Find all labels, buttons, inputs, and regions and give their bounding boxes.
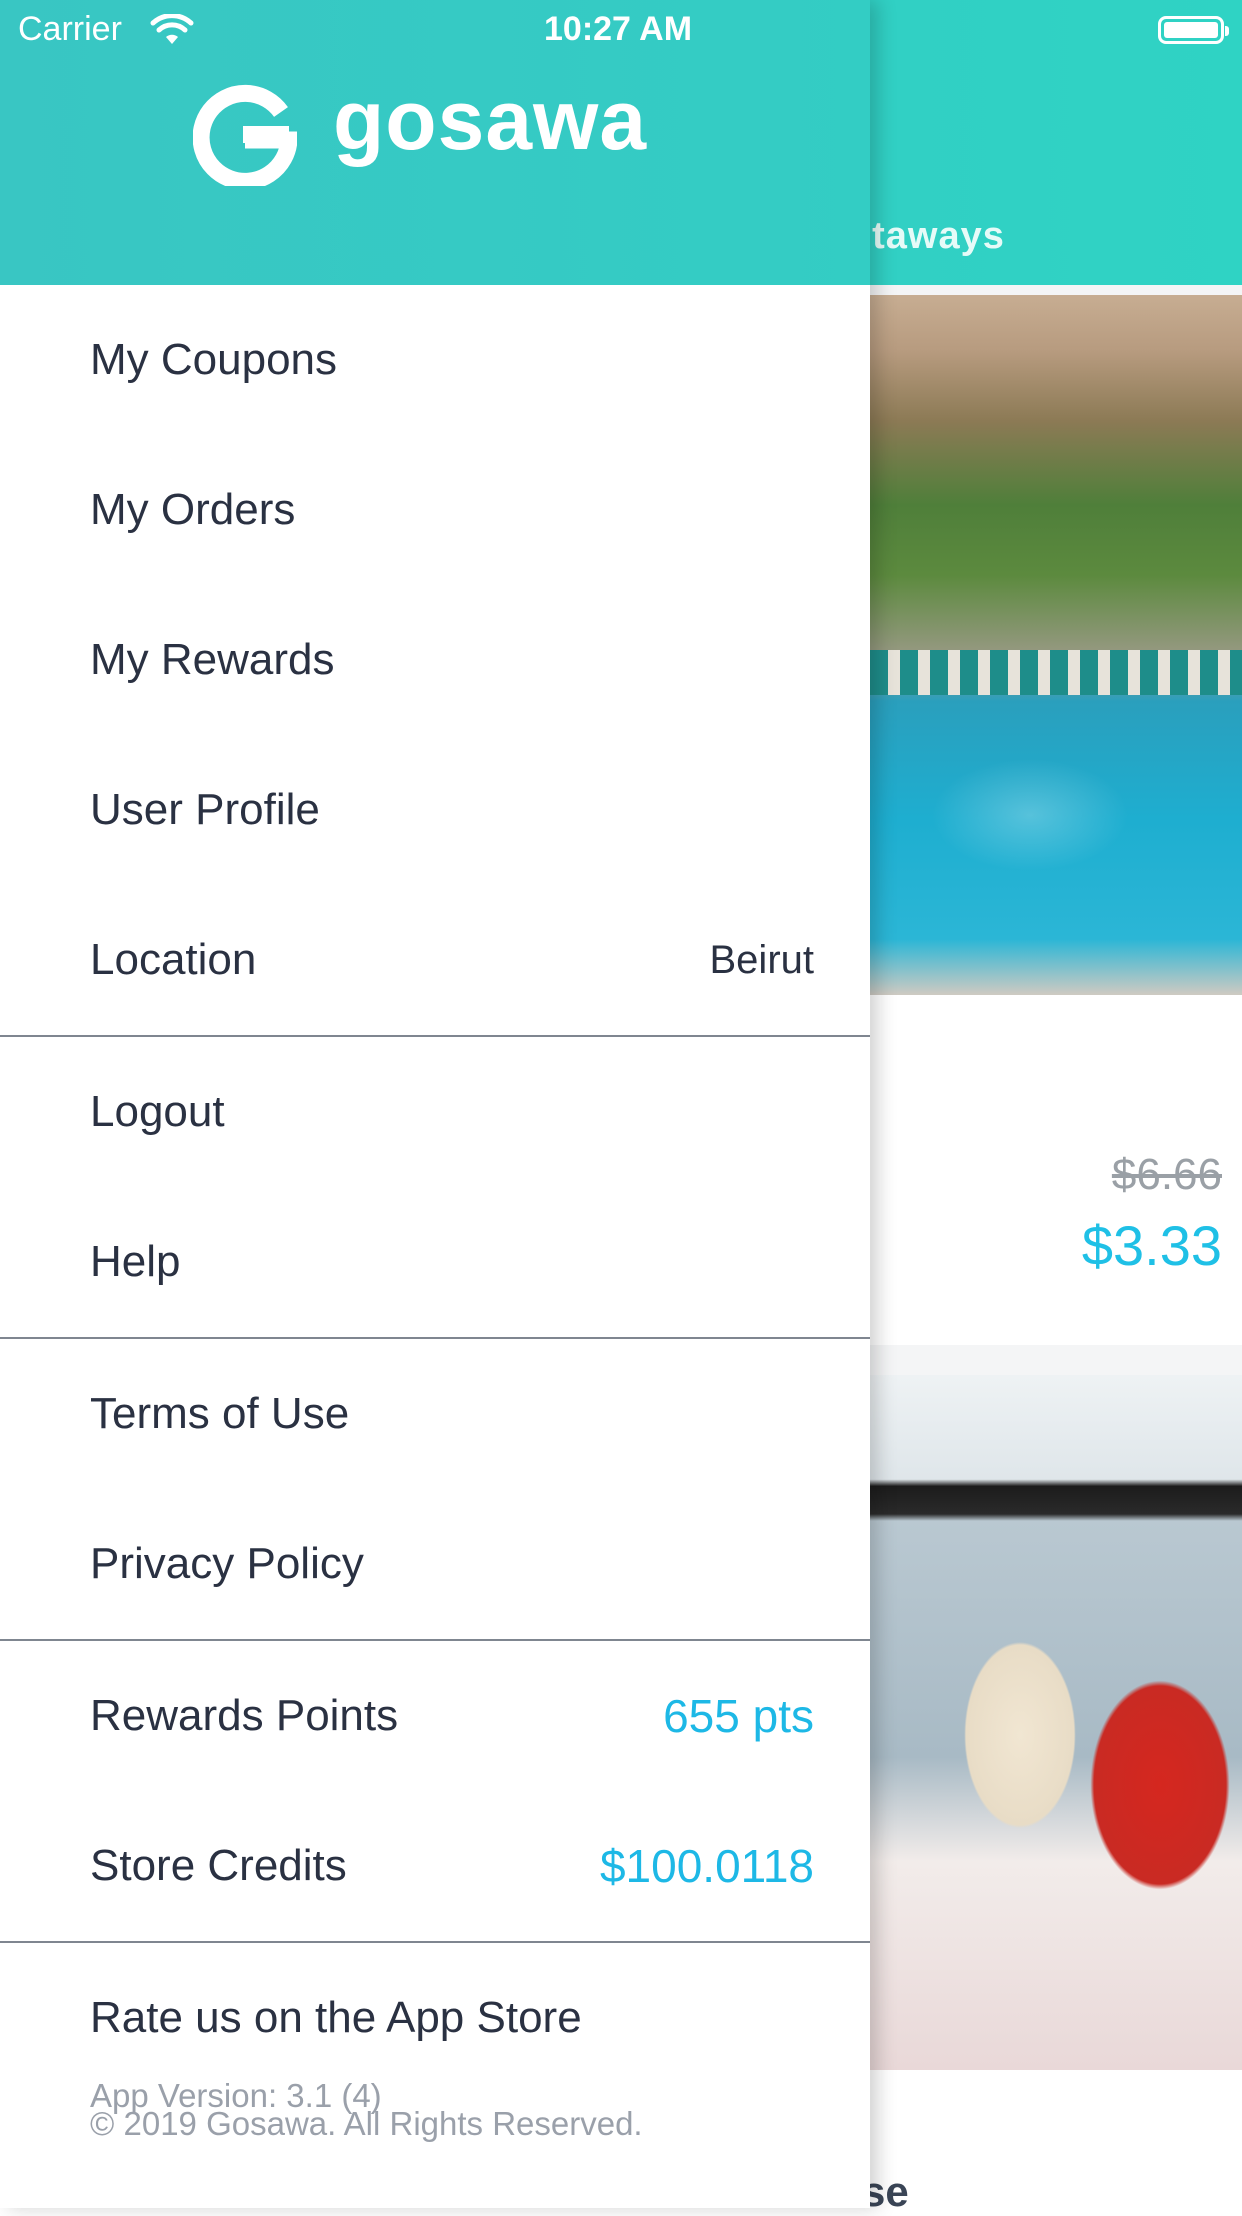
menu-item-label: User Profile [90, 785, 320, 834]
rewards-points-value: 655 pts [663, 1690, 814, 1742]
menu-item-user-profile[interactable]: User Profile [0, 735, 870, 885]
wifi-icon [150, 14, 194, 44]
carrier-label: Carrier [18, 10, 122, 48]
deal-card[interactable]: $6.66 $3.33 [870, 295, 1242, 1345]
menu-item-store-credits[interactable]: Store Credits $100.0118 [0, 1791, 870, 1941]
menu-item-label: Location [90, 935, 257, 984]
drawer-menu: My Coupons My Orders My Rewards User Pro… [0, 285, 870, 2149]
menu-item-label: Terms of Use [90, 1389, 350, 1438]
menu-item-privacy-policy[interactable]: Privacy Policy [0, 1489, 870, 1639]
menu-item-label: My Orders [90, 485, 296, 534]
drawer-footer: Rate us on the App Store App Version: 3.… [0, 1943, 870, 2149]
menu-item-label: Privacy Policy [90, 1539, 364, 1588]
battery-icon [1158, 16, 1229, 44]
menu-item-label: Store Credits [90, 1841, 347, 1890]
tab-getaways[interactable]: etaways [850, 215, 1005, 258]
copyright: © 2019 Gosawa. All Rights Reserved. [90, 2105, 643, 2142]
drawer-header: Carrier 10:27 AM gosawa [0, 0, 870, 285]
gosawa-logo: gosawa [193, 73, 713, 190]
menu-item-help[interactable]: Help [0, 1187, 870, 1337]
menu-item-location[interactable]: Location Beirut [0, 885, 870, 1035]
side-drawer: Carrier 10:27 AM gosawa My Coupons My Or… [0, 0, 870, 2208]
candle-photo [870, 1375, 1242, 2070]
menu-item-label: Rewards Points [90, 1691, 399, 1740]
menu-item-rewards-points[interactable]: Rewards Points 655 pts [0, 1641, 870, 1791]
deal-card[interactable] [870, 1375, 1242, 2208]
menu-item-logout[interactable]: Logout [0, 1037, 870, 1187]
resort-photo [870, 295, 1242, 995]
menu-item-my-coupons[interactable]: My Coupons [0, 285, 870, 435]
clock: 10:27 AM [544, 10, 693, 48]
logo-mark-icon [193, 84, 297, 186]
original-price: $6.66 [1111, 1150, 1222, 1199]
location-value: Beirut [709, 937, 815, 982]
deal-price: $3.33 [1081, 1214, 1222, 1277]
menu-item-my-orders[interactable]: My Orders [0, 435, 870, 585]
menu-item-terms-of-use[interactable]: Terms of Use [0, 1339, 870, 1489]
pool-loungers [870, 650, 1242, 695]
menu-item-label: My Rewards [90, 635, 335, 684]
store-credits-value: $100.0118 [599, 1840, 814, 1892]
menu-item-label: My Coupons [90, 335, 338, 384]
menu-item-label: Help [90, 1237, 181, 1286]
menu-item-my-rewards[interactable]: My Rewards [0, 585, 870, 735]
menu-item-label: Logout [90, 1087, 225, 1136]
logo-wordmark: gosawa [333, 73, 648, 167]
